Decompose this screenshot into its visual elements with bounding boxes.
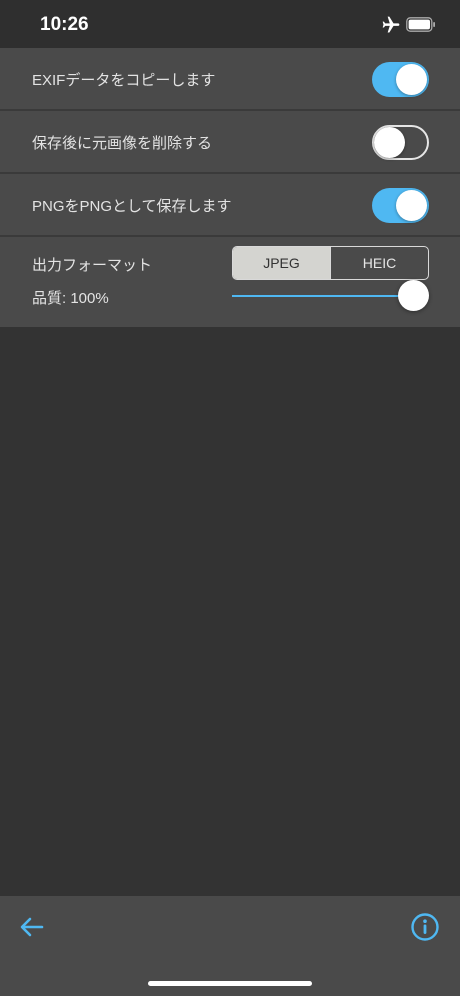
bottom-toolbar xyxy=(0,896,460,996)
quality-slider-track[interactable] xyxy=(232,295,414,297)
info-icon[interactable] xyxy=(410,912,440,942)
home-indicator xyxy=(148,981,312,986)
format-segment-heic[interactable]: HEIC xyxy=(330,247,428,279)
quality-slider-thumb[interactable] xyxy=(398,280,429,311)
settings-panel: EXIFデータをコピーします 保存後に元画像を削除する PNGをPNGとして保存… xyxy=(0,48,460,327)
setting-row-delete-original: 保存後に元画像を削除する xyxy=(0,111,460,174)
airplane-icon xyxy=(382,16,400,33)
toggle-knob xyxy=(396,64,427,95)
setting-label: PNGをPNGとして保存します xyxy=(32,198,232,215)
status-bar: 10:26 xyxy=(0,0,460,48)
battery-icon xyxy=(406,17,435,32)
setting-label: 保存後に元画像を削除する xyxy=(32,135,213,152)
output-format-segmented-control: JPEG HEIC xyxy=(232,246,429,280)
delete-original-toggle[interactable] xyxy=(372,125,429,160)
setting-row-copy-exif: EXIFデータをコピーします xyxy=(0,48,460,111)
arrow-left-icon[interactable] xyxy=(18,913,46,941)
setting-row-png-as-png: PNGをPNGとして保存します xyxy=(0,174,460,237)
toggle-knob xyxy=(374,127,405,158)
quality-label: 品質: 100% xyxy=(32,290,109,307)
copy-exif-toggle[interactable] xyxy=(372,62,429,97)
setting-label: EXIFデータをコピーします xyxy=(32,72,216,89)
format-segment-jpeg[interactable]: JPEG xyxy=(233,247,330,279)
output-format-label: 出力フォーマット xyxy=(32,257,153,274)
status-time: 10:26 xyxy=(40,14,89,35)
toggle-knob xyxy=(396,190,427,221)
png-as-png-toggle[interactable] xyxy=(372,188,429,223)
screen: 10:26 EXIFデータをコピーします 保存後に元画像を削除する PNGをPN… xyxy=(0,0,460,996)
format-quality-section: 出力フォーマット JPEG HEIC 品質: 100% xyxy=(0,237,460,327)
